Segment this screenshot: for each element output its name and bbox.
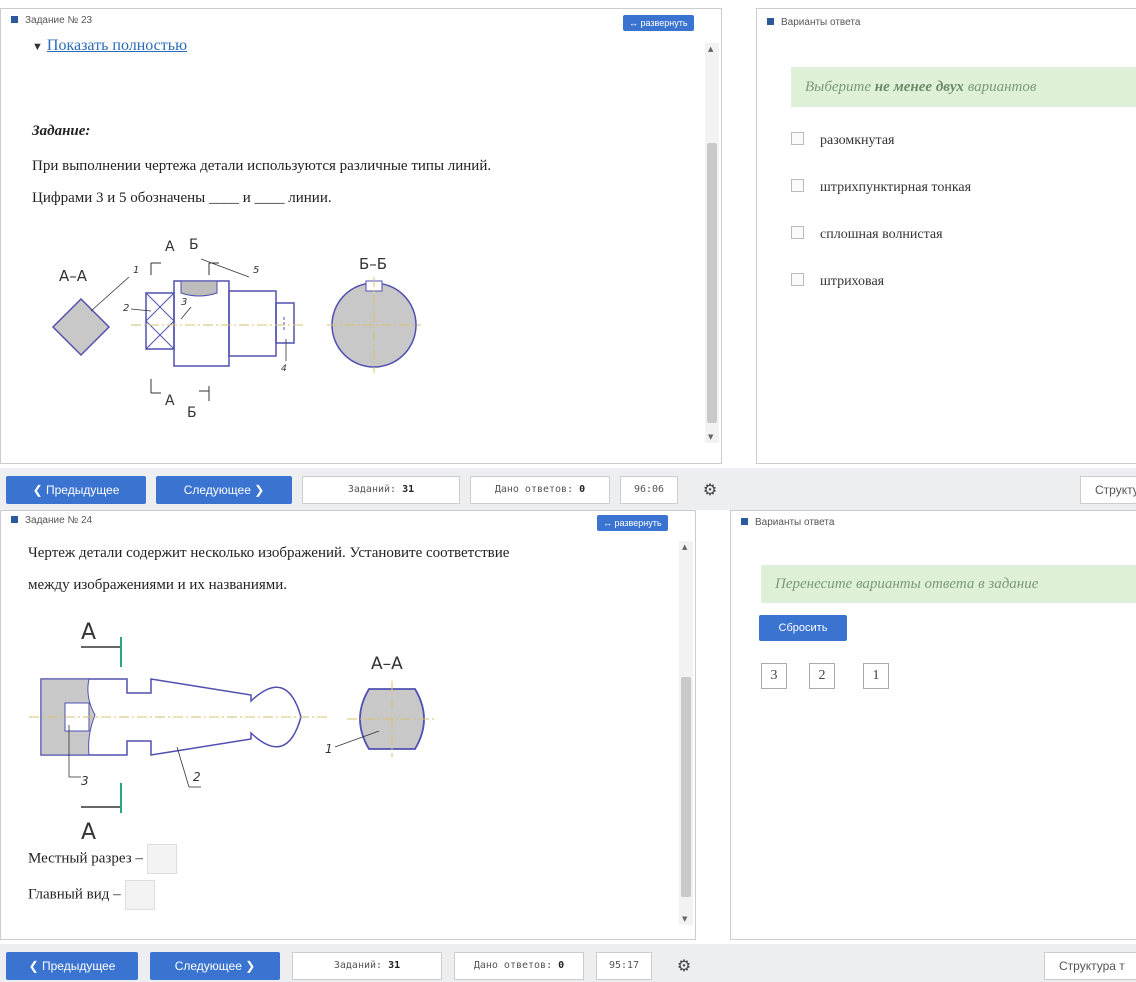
answer-chip[interactable]: 3 bbox=[761, 663, 787, 689]
answer-option[interactable]: разомкнутая bbox=[791, 132, 895, 149]
cut-label-a-bottom: А bbox=[81, 820, 96, 845]
answers-panel-24: Варианты ответа Перенесите варианты отве… bbox=[730, 510, 1136, 940]
answers-count: Дано ответов: 0 bbox=[454, 952, 584, 980]
square-icon bbox=[741, 518, 748, 525]
tasks-count: Заданий: 31 bbox=[292, 952, 442, 980]
callout-2: 2 bbox=[123, 303, 129, 314]
timer: 95:17 bbox=[596, 952, 652, 980]
match-row: Местный разрез – bbox=[28, 844, 177, 874]
section-label-aa: А–А bbox=[59, 267, 88, 285]
cut-label-a-bottom: А bbox=[165, 393, 175, 409]
scrollbar[interactable]: ▲ ▼ bbox=[679, 541, 693, 925]
answers-count: Дано ответов: 0 bbox=[470, 476, 610, 504]
section-label-aa: А–А bbox=[371, 654, 403, 674]
scroll-up-icon[interactable]: ▲ bbox=[708, 45, 713, 53]
callout-5: 5 bbox=[253, 265, 259, 276]
navigation-bar: ❮ Предыдущее Следующее ❯ Заданий: 31 Дан… bbox=[0, 944, 1136, 982]
drop-slot[interactable] bbox=[124, 880, 155, 910]
structure-button[interactable]: Структура bbox=[1080, 476, 1136, 504]
reset-button[interactable]: Сбросить bbox=[759, 615, 847, 641]
match-row: Главный вид – bbox=[28, 880, 155, 910]
task-text-line: между изображениями и их названиями. bbox=[28, 577, 288, 593]
drop-slot[interactable] bbox=[146, 844, 177, 874]
answers-title: Варианты ответа bbox=[741, 517, 834, 528]
task-title: Задание № 23 bbox=[11, 15, 92, 26]
cut-label-b-bottom: Б bbox=[187, 405, 197, 421]
task-title: Задание № 24 bbox=[11, 515, 92, 526]
navigation-bar: ❮ Предыдущее Следующее ❯ Заданий: 31 Дан… bbox=[0, 468, 1136, 510]
callout-3: 3 bbox=[181, 297, 187, 308]
scroll-down-icon[interactable]: ▼ bbox=[708, 433, 713, 441]
scrollbar-thumb[interactable] bbox=[681, 677, 691, 897]
structure-button[interactable]: Структура т bbox=[1044, 952, 1136, 980]
checkbox[interactable] bbox=[791, 226, 804, 239]
callout-1: 1 bbox=[325, 742, 333, 756]
next-button[interactable]: Следующее ❯ bbox=[156, 476, 292, 504]
task-drawing: А А 3 2 А–А 1 bbox=[29, 620, 437, 845]
settings-icon[interactable]: ⚙ bbox=[700, 480, 720, 500]
callout-1: 1 bbox=[133, 265, 139, 276]
callout-4: 4 bbox=[281, 364, 287, 374]
answer-chip[interactable]: 1 bbox=[863, 663, 889, 689]
callout-3: 3 bbox=[81, 774, 89, 788]
keyway-break bbox=[180, 280, 218, 297]
task-panel-24: Задание № 24 ↔ развернуть Чертеж детали … bbox=[0, 510, 696, 940]
square-icon bbox=[11, 16, 18, 23]
scroll-up-icon[interactable]: ▲ bbox=[682, 543, 687, 551]
part-body bbox=[145, 292, 175, 350]
task-drawing: А–А 1 2 3 4 А Б 5 А Б Б–Б bbox=[51, 237, 421, 421]
answers-panel-23: Варианты ответа Выберите не менее двух в… bbox=[756, 8, 1136, 464]
checkbox[interactable] bbox=[791, 273, 804, 286]
task-text-line: Цифрами 3 и 5 обозначены ____ и ____ лин… bbox=[32, 190, 332, 206]
next-button[interactable]: Следующее ❯ bbox=[150, 952, 280, 980]
square-section bbox=[51, 297, 111, 357]
task-text-line: Чертеж детали содержит несколько изображ… bbox=[28, 545, 510, 561]
tasks-count: Заданий: 31 bbox=[302, 476, 460, 504]
checkbox[interactable] bbox=[791, 179, 804, 192]
answers-title: Варианты ответа bbox=[767, 17, 860, 28]
answers-hint: Выберите не менее двух вариантов bbox=[791, 67, 1136, 107]
callout-2: 2 bbox=[193, 770, 201, 784]
task-text-line: При выполнении чертежа детали используют… bbox=[32, 158, 492, 174]
answer-option[interactable]: штриховая bbox=[791, 273, 884, 290]
expand-button[interactable]: ↔ развернуть bbox=[597, 515, 668, 531]
timer: 96:06 bbox=[620, 476, 678, 504]
scrollbar[interactable]: ▲ ▼ bbox=[705, 43, 719, 443]
scrollbar-thumb[interactable] bbox=[707, 143, 717, 423]
cut-label-b: Б bbox=[189, 237, 199, 253]
square-icon bbox=[767, 18, 774, 25]
section-label-bb: Б–Б bbox=[359, 255, 387, 273]
show-full-link[interactable]: ▼ Показать полностью bbox=[32, 37, 187, 55]
cut-label-a-top: А bbox=[81, 620, 96, 645]
expand-button[interactable]: ↔ развернуть bbox=[623, 15, 694, 31]
prev-button[interactable]: ❮ Предыдущее bbox=[6, 952, 138, 980]
answers-hint: Перенесите варианты ответа в задание bbox=[761, 565, 1136, 603]
settings-icon[interactable]: ⚙ bbox=[674, 956, 694, 976]
task-heading: Задание: bbox=[32, 123, 91, 139]
square-icon bbox=[11, 516, 18, 523]
answer-option[interactable]: штрихпунктирная тонкая bbox=[791, 179, 971, 196]
task-panel-23: Задание № 23 ↔ развернуть ▼ Показать пол… bbox=[0, 8, 722, 464]
checkbox[interactable] bbox=[791, 132, 804, 145]
prev-button[interactable]: ❮ Предыдущее bbox=[6, 476, 146, 504]
answer-option[interactable]: сплошная волнистая bbox=[791, 226, 943, 243]
answer-chip[interactable]: 2 bbox=[809, 663, 835, 689]
chevron-down-icon: ▼ bbox=[32, 41, 43, 53]
cut-label-a: А bbox=[165, 239, 175, 255]
scroll-down-icon[interactable]: ▼ bbox=[682, 915, 687, 923]
